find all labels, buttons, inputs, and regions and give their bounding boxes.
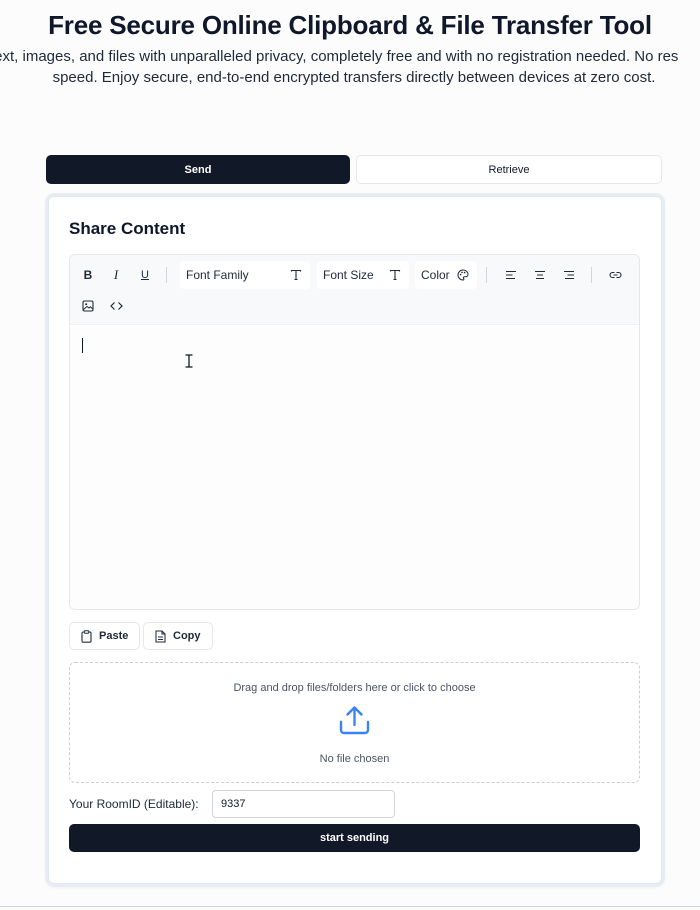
file-dropzone[interactable]: Drag and drop files/folders here or clic… [69,662,640,783]
document-icon [155,629,166,643]
font-size-label: Font Size [323,268,374,282]
font-size-select[interactable]: Font Size [317,261,409,289]
link-icon [608,271,622,279]
image-button[interactable] [77,295,99,317]
rich-text-editor: B I U Font Family Font Size Color [69,254,640,610]
dropzone-instruction: Drag and drop files/folders here or clic… [233,682,476,694]
bold-icon: B [83,268,93,282]
italic-button[interactable]: I [105,264,127,286]
code-button[interactable] [105,295,127,317]
toolbar-divider [486,267,487,283]
font-family-select[interactable]: Font Family [180,261,310,289]
text-type-icon [290,269,302,281]
upload-icon [339,706,370,735]
tab-retrieve[interactable]: Retrieve [356,155,662,184]
underline-icon: U [141,269,149,281]
align-left-icon [506,270,516,280]
start-sending-button[interactable]: start sending [69,824,640,852]
file-status: No file chosen [319,753,390,765]
align-right-icon [564,270,574,280]
share-card: Share Content B I U Font Family Font Siz… [48,196,662,884]
text-cursor [82,338,83,353]
color-label: Color [421,268,450,282]
mode-tabs: Send Retrieve [46,155,662,185]
ibeam-cursor-icon [185,354,193,368]
image-icon [82,300,94,312]
font-family-label: Font Family [186,268,249,282]
text-size-icon [389,269,401,281]
paste-button[interactable]: Paste [69,622,141,650]
page-bottom-divider [0,906,700,907]
clipboard-icon [81,629,92,643]
page-subtitle: text, images, and files with unparallele… [0,47,700,89]
align-center-icon [535,270,545,280]
toolbar-divider [591,267,592,283]
italic-icon: I [113,267,119,282]
subtitle-line-1: text, images, and files with unparallele… [0,48,679,65]
align-right-button[interactable] [558,264,580,286]
underline-button[interactable]: U [134,264,156,286]
room-id-input[interactable] [212,790,395,818]
color-select[interactable]: Color [415,261,477,289]
palette-icon [457,269,469,281]
toolbar-divider [166,267,167,283]
align-center-button[interactable] [529,264,551,286]
link-button[interactable] [604,264,626,286]
tab-send[interactable]: Send [46,155,350,184]
subtitle-line-2: speed. Enjoy secure, end-to-end encrypte… [52,69,656,86]
room-id-label: Your RoomID (Editable): [69,797,199,811]
page-title: Free Secure Online Clipboard & File Tran… [48,10,652,40]
copy-button[interactable]: Copy [143,622,213,650]
align-left-button[interactable] [500,264,522,286]
code-icon [109,302,123,310]
bold-button[interactable]: B [77,264,99,286]
editor-toolbar: B I U Font Family Font Size Color [70,255,639,325]
editor-content-area[interactable] [70,326,639,609]
paste-label: Paste [99,630,129,642]
copy-label: Copy [173,630,201,642]
share-content-title: Share Content [69,219,186,238]
